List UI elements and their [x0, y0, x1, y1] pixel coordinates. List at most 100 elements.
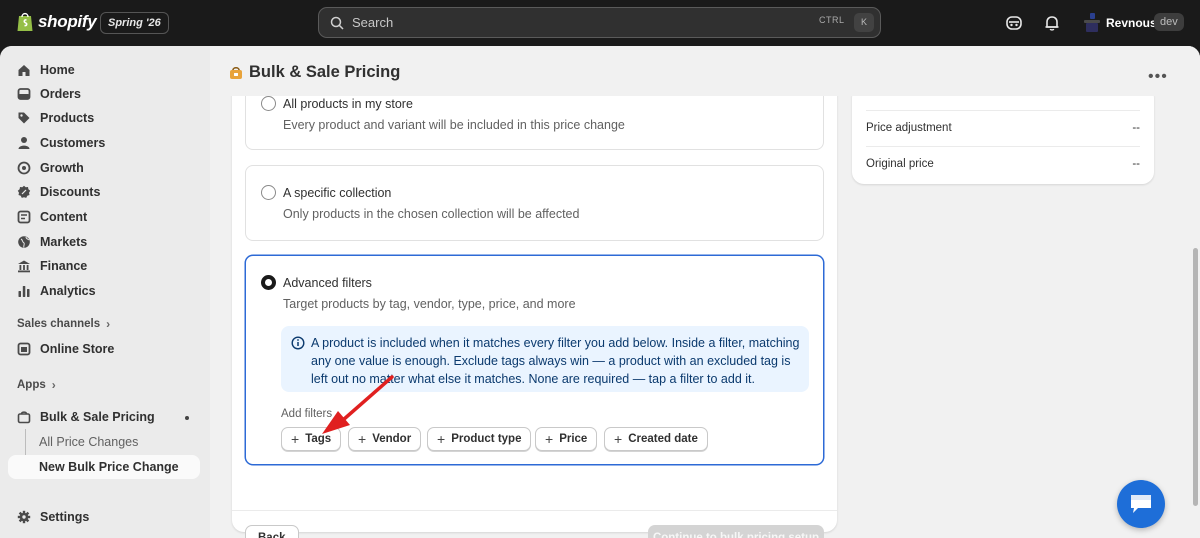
- sidebar-item-discounts[interactable]: Discounts: [17, 182, 100, 202]
- storefront-icon: [17, 342, 31, 356]
- chat-button[interactable]: [1117, 480, 1165, 528]
- home-icon: [18, 65, 30, 76]
- plus-icon: +: [358, 431, 367, 447]
- store-avatar[interactable]: [1080, 11, 1104, 35]
- chip-label: Tags: [305, 433, 332, 445]
- globe-icon: [18, 236, 30, 248]
- sidebar-item-growth[interactable]: Growth: [17, 158, 84, 178]
- scrollbar-thumb[interactable]: [1193, 248, 1198, 506]
- app-icon: [17, 411, 31, 424]
- admin-frame: Home Orders Products Customers Growth Di…: [0, 46, 1200, 538]
- chevron-right-icon: ›: [51, 378, 56, 392]
- app-bag-icon: [230, 67, 242, 79]
- top-bar: shopify Spring '26 Search CTRL K Revnous…: [0, 0, 1200, 46]
- sidebar-item-label: Analytics: [40, 284, 96, 298]
- sidebar-item-label: Online Store: [40, 342, 115, 356]
- bar-chart-icon: [18, 286, 30, 297]
- option-advanced-filters[interactable]: Advanced filters Target products by tag,…: [245, 255, 824, 465]
- product-scope-card: All products in my store Every product a…: [232, 66, 837, 538]
- chip-label: Price: [559, 433, 588, 445]
- continue-button[interactable]: Continue to bulk pricing setup: [648, 525, 824, 538]
- sidebar-subitem-all-price-changes[interactable]: All Price Changes: [39, 435, 138, 449]
- back-button[interactable]: Back: [245, 525, 299, 538]
- add-filter-price-button[interactable]: + Price: [535, 427, 598, 451]
- plus-icon: +: [291, 431, 300, 447]
- main-content: All products in my store Every product a…: [210, 46, 1200, 538]
- sidebar-item-label: Content: [40, 210, 88, 224]
- summary-label: Price adjustment: [866, 122, 952, 134]
- sidebar-item-markets[interactable]: Markets: [17, 232, 87, 252]
- orders-icon: [17, 88, 31, 100]
- sidebar-subitem-new-bulk-price-change[interactable]: New Bulk Price Change: [39, 460, 179, 474]
- search-placeholder: Search: [352, 15, 394, 30]
- sidebar-item-label: Bulk & Sale Pricing: [40, 410, 155, 424]
- sidebar-item-label: Markets: [40, 235, 88, 249]
- shortcut-key: K: [854, 13, 874, 32]
- sidebar-item-online-store[interactable]: Online Store: [17, 339, 114, 359]
- sales-channels-label: Sales channels: [17, 318, 101, 330]
- option-description: Target products by tag, vendor, type, pr…: [283, 297, 576, 311]
- page-header: Bulk & Sale Pricing •••: [210, 46, 1190, 96]
- person-icon: [18, 137, 30, 149]
- option-description: Only products in the chosen collection w…: [283, 207, 580, 221]
- add-filter-vendor-button[interactable]: + Vendor: [348, 427, 422, 451]
- sidebar-item-label: Finance: [40, 259, 88, 273]
- info-icon: [291, 336, 305, 350]
- sidebar-item-orders[interactable]: Orders: [17, 84, 81, 104]
- sidebar-item-label: Growth: [40, 161, 84, 175]
- sidebar-item-finance[interactable]: Finance: [17, 256, 87, 276]
- plus-icon: +: [545, 431, 554, 447]
- chip-label: Vendor: [372, 433, 412, 445]
- option-title: All products in my store: [283, 97, 413, 111]
- search-icon: [330, 16, 344, 30]
- sidekick-icon[interactable]: [1004, 13, 1024, 33]
- summary-label: Original price: [866, 158, 934, 170]
- sidebar-item-label: Orders: [40, 87, 81, 101]
- footer-divider: [232, 510, 837, 511]
- summary-card: Price adjustment -- Original price --: [852, 86, 1154, 184]
- sidebar-item-home[interactable]: Home: [17, 60, 75, 80]
- sidebar-item-label: Products: [40, 111, 95, 125]
- sales-channels-heading[interactable]: Sales channels ›: [17, 317, 110, 331]
- option-description: Every product and variant will be includ…: [283, 118, 625, 132]
- pin-indicator: [185, 416, 189, 420]
- summary-row-price-adjustment: Price adjustment --: [866, 122, 1140, 134]
- shortcut-ctrl: CTRL: [819, 15, 845, 25]
- apps-heading[interactable]: Apps ›: [17, 378, 56, 392]
- add-filter-created-date-button[interactable]: + Created date: [604, 427, 708, 451]
- store-name[interactable]: Revnous: [1106, 16, 1157, 30]
- sidebar-item-label: Home: [40, 63, 75, 77]
- sidebar: Home Orders Products Customers Growth Di…: [0, 46, 210, 538]
- chat-icon: [1131, 495, 1151, 513]
- bank-icon: [18, 260, 30, 273]
- tag-icon: [18, 112, 30, 124]
- edition-badge: Spring '26: [100, 12, 169, 34]
- bell-icon[interactable]: [1042, 13, 1062, 33]
- summary-divider: [866, 110, 1140, 111]
- shopify-logo[interactable]: shopify: [16, 11, 97, 32]
- chip-label: Created date: [628, 433, 698, 445]
- plus-icon: +: [614, 431, 623, 447]
- shopify-bag-icon: [17, 12, 33, 31]
- gear-icon: [17, 510, 31, 524]
- sidebar-item-label: Settings: [40, 510, 90, 524]
- sidebar-item-bulk-sale-pricing[interactable]: Bulk & Sale Pricing: [17, 407, 155, 427]
- add-filter-product-type-button[interactable]: + Product type: [427, 427, 532, 451]
- sidebar-item-label: Customers: [40, 136, 106, 150]
- more-actions-icon[interactable]: •••: [1148, 68, 1168, 86]
- sidebar-item-content[interactable]: Content: [17, 207, 87, 227]
- radio-all-products[interactable]: [261, 96, 276, 111]
- option-specific-collection[interactable]: A specific collection Only products in t…: [245, 165, 824, 241]
- growth-icon: [17, 161, 31, 175]
- sidebar-item-customers[interactable]: Customers: [17, 133, 105, 153]
- sidebar-item-analytics[interactable]: Analytics: [17, 281, 96, 301]
- add-filter-tags-button[interactable]: + Tags: [281, 427, 342, 451]
- radio-advanced-filters[interactable]: [261, 275, 276, 290]
- sidebar-item-settings[interactable]: Settings: [17, 507, 89, 527]
- sidebar-item-label: Discounts: [40, 185, 101, 199]
- chip-label: Product type: [451, 433, 522, 445]
- search-input[interactable]: Search CTRL K: [318, 7, 881, 38]
- radio-specific-collection[interactable]: [261, 185, 276, 200]
- sidebar-item-products[interactable]: Products: [17, 108, 94, 128]
- page-title: Bulk & Sale Pricing: [249, 63, 401, 81]
